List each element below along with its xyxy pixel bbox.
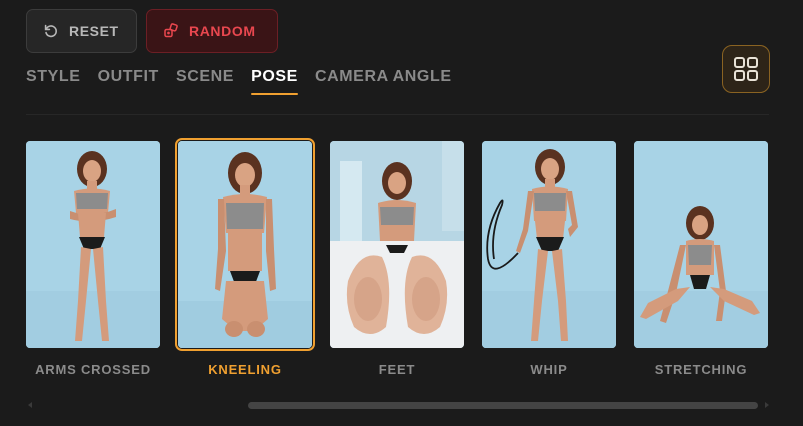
pose-label: FEET [378, 362, 416, 377]
tab-outfit[interactable]: OUTFIT [98, 68, 159, 95]
pose-options-list: ARMS CROSSED KNEELING FEET WHIP STRETCHI… [26, 138, 768, 377]
pose-thumbnail-whip [482, 141, 616, 348]
shuffle-icon [164, 23, 178, 38]
tabs-divider [26, 114, 769, 115]
top-action-bar: RESET RANDOM [26, 9, 278, 53]
pose-label: WHIP [530, 362, 568, 377]
reset-label: RESET [69, 23, 119, 39]
pose-card-stretching[interactable]: STRETCHING [634, 141, 768, 377]
random-label: RANDOM [189, 23, 256, 39]
tab-scene[interactable]: SCENE [176, 68, 234, 95]
pose-thumbnail-arms-crossed [26, 141, 160, 348]
pose-card-kneeling[interactable]: KNEELING [175, 138, 315, 377]
reset-button[interactable]: RESET [26, 9, 137, 53]
pose-card-arms-crossed[interactable]: ARMS CROSSED [26, 141, 160, 377]
category-tabs: STYLE OUTFIT SCENE POSE CAMERA ANGLE [26, 68, 452, 95]
scroll-right-arrow-icon[interactable] [765, 402, 769, 408]
pose-thumbnail-kneeling [175, 138, 315, 351]
random-button[interactable]: RANDOM [146, 9, 278, 53]
pose-label: STRETCHING [654, 362, 748, 377]
reset-icon [44, 24, 57, 38]
tab-style[interactable]: STYLE [26, 68, 81, 95]
pose-label: KNEELING [208, 362, 282, 377]
pose-label: ARMS CROSSED [35, 362, 151, 377]
pose-card-feet[interactable]: FEET [330, 141, 464, 377]
horizontal-scrollbar[interactable] [26, 398, 771, 412]
tab-pose[interactable]: POSE [251, 68, 298, 95]
pose-thumbnail-feet [330, 141, 464, 348]
grid-view-button[interactable] [722, 45, 770, 93]
scrollbar-thumb[interactable] [248, 402, 758, 409]
tab-camera-angle[interactable]: CAMERA ANGLE [315, 68, 452, 95]
grid-icon [734, 57, 758, 81]
pose-thumbnail-stretching [634, 141, 768, 348]
pose-card-whip[interactable]: WHIP [482, 141, 616, 377]
scroll-left-arrow-icon[interactable] [28, 402, 32, 408]
